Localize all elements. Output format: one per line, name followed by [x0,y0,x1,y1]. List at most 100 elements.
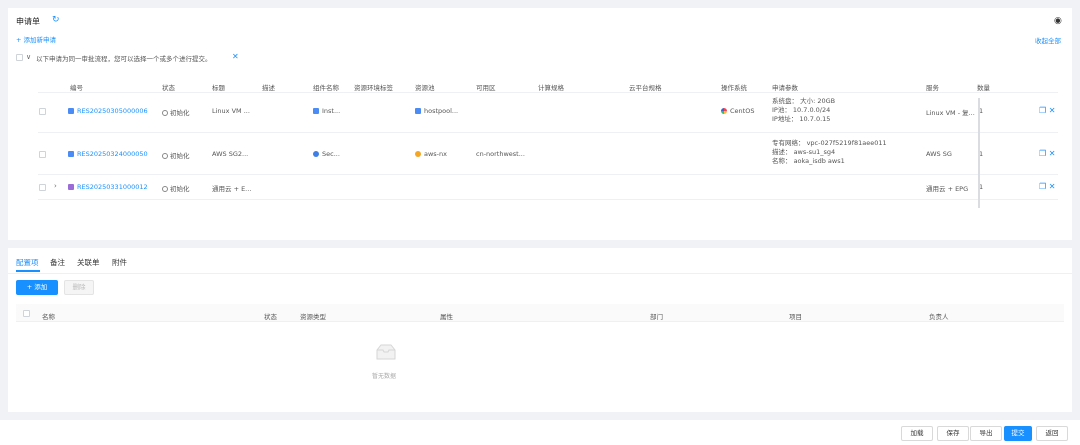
chevron-down-icon[interactable]: ∨ [26,53,31,61]
load-button[interactable]: 加载 [901,426,933,441]
param-line: IP地址： 10.7.0.15 [772,115,831,123]
delete-icon[interactable]: ✕ [1049,182,1056,191]
col-component: 组件名称 [313,84,339,92]
clock-icon [162,110,168,116]
row-id-link[interactable]: RES20250324000050 [68,150,148,158]
tab-config-items[interactable]: 配置项 [16,257,39,268]
add-button[interactable]: + 添加 [16,280,58,295]
row-status: 初始化 [162,107,190,117]
back-button[interactable]: 返回 [1036,426,1068,441]
row-service: 通用云 + EPG [926,185,969,193]
clock-icon [162,153,168,159]
empty-text: 暂无数据 [372,373,397,380]
row-actions: ❐ ✕ [1039,149,1055,158]
col-params: 申请参数 [772,84,798,92]
pool-icon [415,108,421,114]
row-divider [38,132,1058,133]
row-id-link[interactable]: RES20250305000006 [68,107,148,115]
delete-button[interactable]: 删除 [64,280,94,295]
row-actions: ❐ ✕ [1039,182,1055,191]
refresh-icon[interactable]: ↻ [52,15,60,25]
param-line: 名称： aoka_isdb aws1 [772,157,845,165]
shield-icon [313,151,319,157]
row-status: 初始化 [162,150,190,160]
scrollbar[interactable] [978,98,980,208]
row-component: Sec... [313,150,340,158]
col-zone: 可用区 [476,84,496,92]
row-service: Linux VM - 复... [926,109,975,117]
config-panel: 配置项 备注 关联单 附件 + 添加 删除 名称 状态 资源类型 属性 部门 项… [8,248,1072,412]
notice-text: 以下申请为同一审批流程，您可以选择一个或多个进行提交。 [36,55,212,63]
tab-divider [8,273,1072,274]
row-zone: cn-northwest... [476,150,525,158]
col-compute-spec: 计算规格 [538,84,564,92]
tab-related[interactable]: 关联单 [77,257,100,268]
copy-icon[interactable]: ❐ [1039,106,1046,115]
delete-icon[interactable]: ✕ [1049,149,1056,158]
col-env-tag: 资源环境标签 [354,84,393,92]
param-line: 描述： aws-su1_sg4 [772,148,836,156]
col-owner: 负责人 [929,313,949,321]
col-desc: 描述 [262,84,275,92]
col-service: 服务 [926,84,939,92]
row-service: AWS SG [926,150,952,158]
param-line: 专有网络： vpc-027f5219f81aee011 [772,139,887,147]
resource-icon [68,184,74,190]
col-status: 状态 [162,84,175,92]
tab-attachments[interactable]: 附件 [112,257,127,268]
copy-icon[interactable]: ❐ [1039,182,1046,191]
col-resource-type: 资源类型 [300,313,326,321]
collapse-all-link[interactable]: 收起全部 [1035,35,1061,45]
add-request-link[interactable]: + 添加新申请 [16,34,56,44]
resource-icon [68,108,74,114]
delete-icon[interactable]: ✕ [1049,106,1056,115]
col-project: 项目 [789,313,802,321]
centos-icon [721,108,727,114]
close-icon[interactable]: ✕ [232,52,239,61]
row-os: CentOS [721,107,754,115]
row-component: Inst... [313,107,340,115]
col-attributes: 属性 [440,313,453,321]
col-name: 名称 [42,313,55,321]
col-pool: 资源池 [415,84,435,92]
select-all-checkbox[interactable] [23,310,30,317]
row-title: AWS SG2... [212,150,249,158]
col-department: 部门 [650,313,663,321]
empty-box-icon [374,344,398,360]
row-checkbox[interactable] [39,184,46,191]
select-all-checkbox[interactable] [16,54,23,61]
row-checkbox[interactable] [39,151,46,158]
row-actions: ❐ ✕ [1039,106,1055,115]
row-divider [38,199,1058,200]
copy-icon[interactable]: ❐ [1039,149,1046,158]
active-tab-indicator [16,270,40,272]
row-divider [38,174,1058,175]
col-status: 状态 [264,313,277,321]
row-title: 通用云 + E... [212,185,252,193]
clock-icon [162,186,168,192]
export-button[interactable]: 导出 [970,426,1002,441]
tab-notes[interactable]: 备注 [50,257,65,268]
table-header [16,304,1064,322]
row-pool: aws-nx [415,150,447,158]
row-params: 专有网络： vpc-027f5219f81aee011 描述： aws-su1_… [772,139,887,166]
row-title: Linux VM ... [212,107,250,115]
expand-icon[interactable]: › [54,182,57,190]
col-id: 编号 [70,84,83,92]
submit-button[interactable]: 提交 [1004,426,1032,441]
col-qty: 数量 [977,84,990,92]
header-divider [38,92,1058,93]
resource-icon [68,151,74,157]
param-line: IP池： 10.7.0.0/24 [772,106,831,114]
component-icon [313,108,319,114]
save-button[interactable]: 保存 [937,426,969,441]
eye-icon[interactable]: ◉ [1054,16,1062,26]
page-title: 申请单 [16,17,40,26]
row-pool: hostpool... [415,107,458,115]
row-id-link[interactable]: RES20250331000012 [68,183,148,191]
request-panel: 申请单 ↻ + 添加新申请 ◉ 收起全部 ∨ 以下申请为同一审批流程，您可以选择… [8,8,1072,240]
row-checkbox[interactable] [39,108,46,115]
row-params: 系统盘： 大小: 20GB IP池： 10.7.0.0/24 IP地址： 10.… [772,97,835,124]
aws-icon [415,151,421,157]
col-os: 操作系统 [721,84,747,92]
